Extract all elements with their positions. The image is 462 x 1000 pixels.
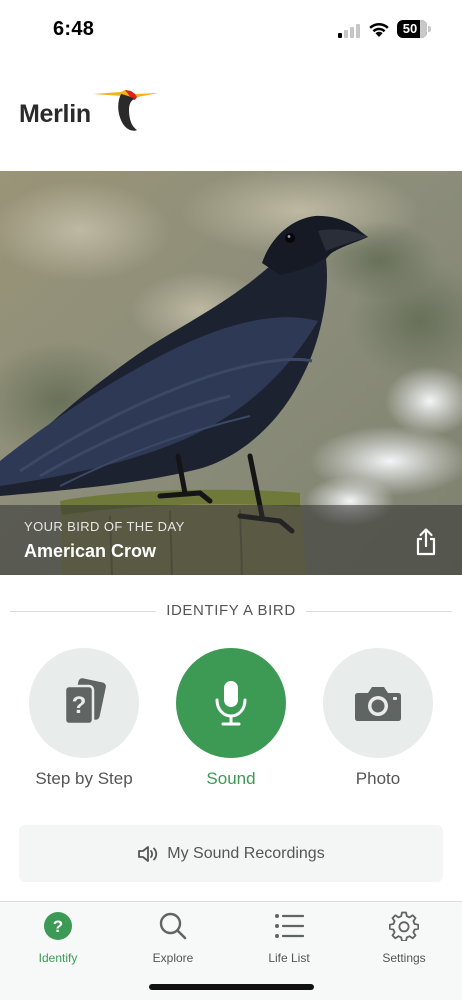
identify-section-title: IDENTIFY A BIRD [0,602,462,619]
sound-circle[interactable] [176,648,286,758]
list-icon [275,914,304,938]
photo-circle[interactable] [323,648,433,758]
share-icon [416,528,436,556]
tab-identify-label: Identify [38,951,78,965]
speaker-icon [138,845,158,862]
tab-settings-label: Settings [382,951,426,965]
sound-label: Sound [206,769,256,788]
tab-life-list[interactable]: Life List [244,910,334,965]
woodpecker-logo-icon [93,90,159,131]
tab-settings[interactable]: Settings [359,910,449,965]
photo-label: Photo [355,769,401,788]
bird-of-the-day-card[interactable]: YOUR BIRD OF THE DAY American Crow [0,171,462,575]
sound-button[interactable]: Sound [175,648,287,789]
status-time: 6:48 [53,18,95,40]
gear-icon [389,911,419,941]
share-button[interactable] [412,527,440,557]
step-by-step-circle[interactable]: ? [29,648,139,758]
svg-text:?: ? [72,692,87,719]
tab-explore-label: Explore [152,951,194,965]
identify-section-title-text: IDENTIFY A BIRD [156,602,306,619]
home-indicator [149,984,314,990]
camera-icon [355,687,401,721]
battery-icon: 50 [397,20,431,38]
status-bar: 6:48 50 [0,0,462,60]
bird-name: American Crow [24,541,157,561]
tab-identify[interactable]: ? Identify [13,910,103,965]
question-cards-icon: ? [63,678,106,726]
wifi-icon [368,20,390,38]
step-by-step-button[interactable]: ? Step by Step [28,648,140,789]
hero-caption: YOUR BIRD OF THE DAY American Crow [0,505,462,575]
my-sound-recordings-button[interactable]: My Sound Recordings [19,825,443,882]
tab-explore[interactable]: Explore [128,910,218,965]
battery-level: 50 [402,21,418,36]
question-circle-icon: ? [44,912,72,940]
step-by-step-label: Step by Step [35,769,133,788]
tab-life-list-label: Life List [268,951,310,965]
merlin-logo: Merlin [19,90,159,138]
microphone-icon [215,681,247,726]
logo-text: Merlin [19,99,91,128]
search-icon [159,912,187,940]
hero-kicker: YOUR BIRD OF THE DAY [24,519,185,534]
my-sound-recordings-label: My Sound Recordings [167,844,325,862]
svg-text:?: ? [53,917,63,936]
cellular-signal-icon [338,24,362,38]
photo-button[interactable]: Photo [322,648,434,789]
